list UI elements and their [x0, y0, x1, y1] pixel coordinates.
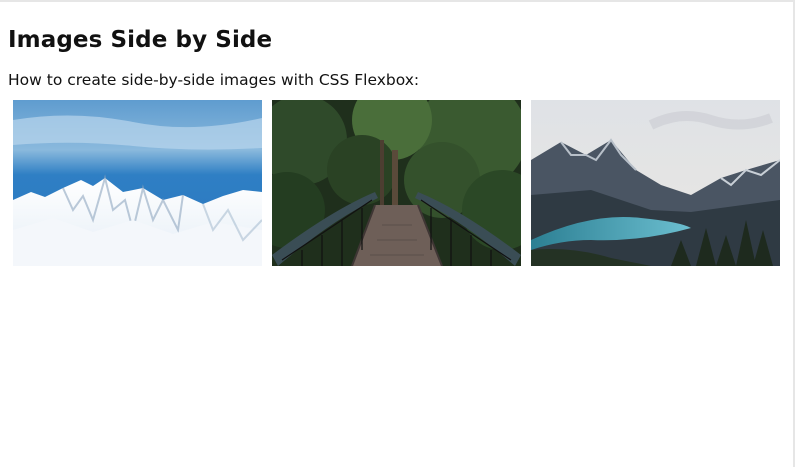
top-border	[0, 0, 795, 2]
snowy-mountains-image	[13, 100, 262, 266]
image-row	[8, 100, 788, 266]
mountain-lake-image	[531, 100, 780, 266]
page-title: Images Side by Side	[8, 27, 273, 53]
forest-bridge-image	[272, 100, 521, 266]
page-description: How to create side-by-side images with C…	[8, 71, 420, 89]
page-content: Images Side by Side How to create side-b…	[8, 22, 788, 266]
